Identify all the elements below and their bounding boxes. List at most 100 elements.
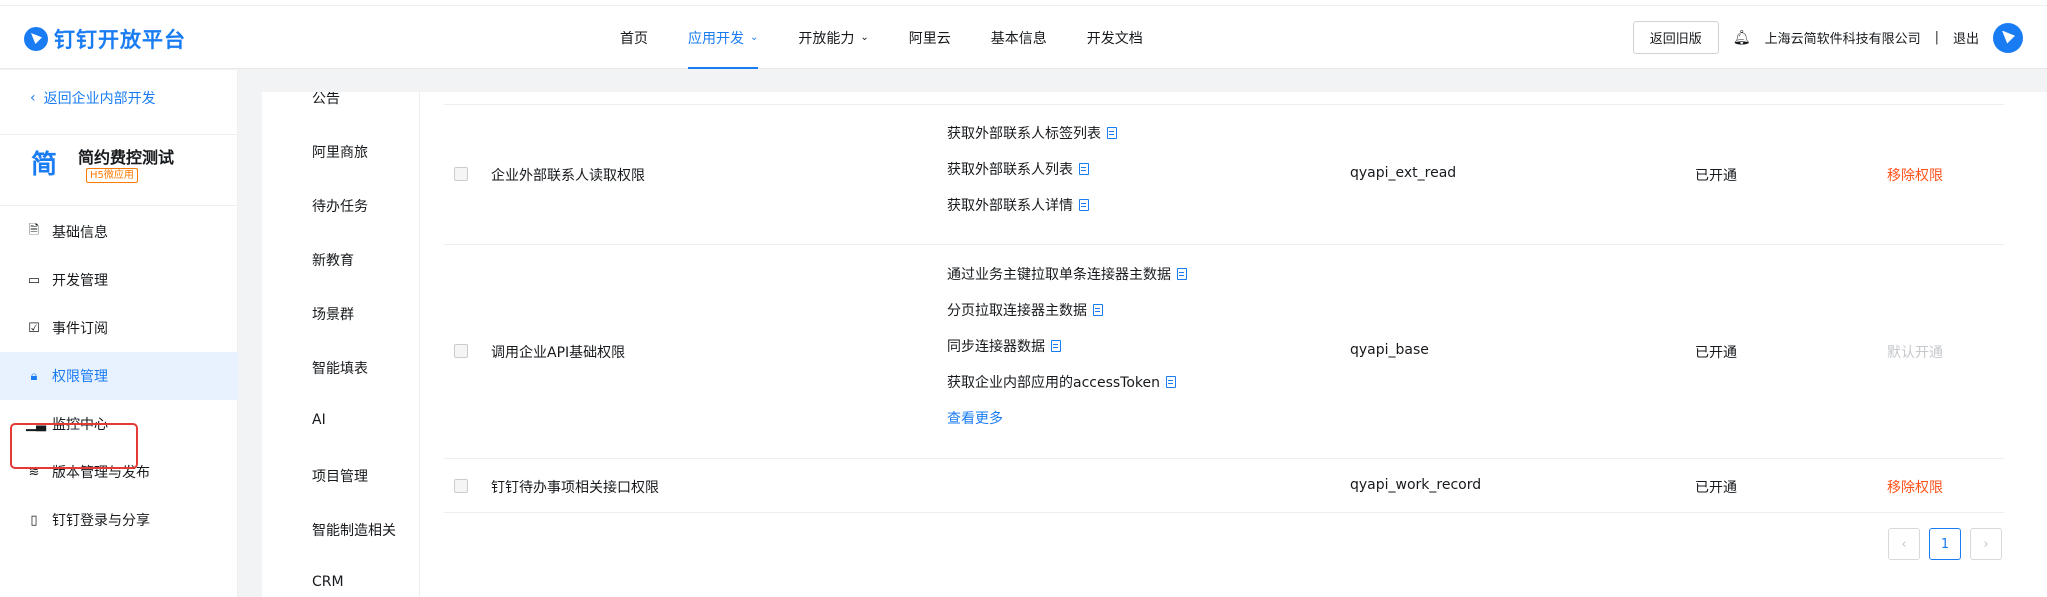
api-link-label: 获取企业内部应用的accessToken [947, 375, 1161, 391]
category-item[interactable]: 新教育 [312, 250, 354, 270]
api-link[interactable]: 获取外部联系人标签列表 [947, 123, 1117, 143]
category-item[interactable]: 待办任务 [312, 196, 368, 216]
api-link[interactable]: 获取外部联系人列表 [947, 159, 1089, 179]
chevron-left-icon: ‹ [30, 90, 36, 106]
row-divider [444, 458, 2004, 459]
app-icon: 简 [30, 150, 57, 180]
back-link[interactable]: ‹ 返回企业内部开发 [30, 88, 156, 108]
logout-link[interactable]: 退出 [1953, 28, 1979, 47]
row-checkbox[interactable] [454, 344, 468, 358]
nav-basic-info-label: 基本信息 [990, 30, 1047, 47]
nav-aliyun-label: 阿里云 [908, 30, 951, 47]
doc-icon[interactable] [1177, 268, 1187, 280]
header-right: 返回旧版 🔔︎ 上海云简软件科技有限公司 | 退出 [1632, 6, 2023, 69]
next-page-button[interactable]: › [1970, 528, 2002, 560]
page-number-button[interactable]: 1 [1929, 528, 1961, 560]
remove-permission-button[interactable]: 移除权限 [1887, 477, 1943, 497]
logo[interactable]: 钉钉开放平台 [24, 24, 186, 54]
prev-page-button[interactable]: ‹ [1888, 528, 1920, 560]
avatar[interactable] [1993, 22, 2023, 53]
sidebar-item-label: 事件订阅 [52, 321, 108, 337]
default-enabled-label: 默认开通 [1887, 345, 1943, 361]
api-link[interactable]: 分页拉取连接器主数据 [947, 300, 1103, 320]
sidebar-item-login-share[interactable]: ▯ 钉钉登录与分享 [0, 496, 238, 544]
sidebar-item-event-subscription[interactable]: ☑ 事件订阅 [0, 304, 238, 352]
category-item[interactable]: AI [312, 412, 326, 428]
api-link[interactable]: 通过业务主键拉取单条连接器主数据 [947, 264, 1187, 284]
logo-text: 钉钉开放平台 [54, 28, 186, 52]
category-item[interactable]: 公告 [312, 92, 340, 108]
status-badge: 已开通 [1695, 480, 1737, 496]
nav-home[interactable]: 首页 [620, 6, 648, 69]
header-separator: | [1934, 30, 1939, 45]
row-divider [444, 104, 2004, 105]
main-nav: 首页 应用开发 ⌄ 开放能力 ⌄ 阿里云 基本信息 开发文档 [620, 6, 1183, 69]
nav-app-dev[interactable]: 应用开发 ⌄ [688, 6, 759, 69]
category-item[interactable]: 阿里商旅 [312, 142, 368, 162]
permission-code: qyapi_work_record [1350, 477, 1482, 493]
doc-icon[interactable] [1107, 127, 1117, 139]
nav-docs-label: 开发文档 [1086, 30, 1143, 47]
sidebar-item-permissions[interactable]: 🔒︎ 权限管理 [0, 352, 238, 400]
sidebar-item-label: 基础信息 [52, 225, 108, 241]
api-link-label: 分页拉取连接器主数据 [947, 303, 1087, 319]
nav-open-capability[interactable]: 开放能力 ⌄ [798, 6, 868, 69]
remove-permission-button[interactable]: 移除权限 [1887, 165, 1943, 185]
api-link-label: 同步连接器数据 [947, 339, 1045, 355]
doc-icon[interactable] [1166, 376, 1177, 388]
row-divider [444, 512, 2004, 513]
top-navbar: 钉钉开放平台 首页 应用开发 ⌄ 开放能力 ⌄ 阿里云 基本信息 开发文档 返回旧版… [0, 6, 2047, 69]
api-link[interactable]: 获取企业内部应用的accessToken [947, 372, 1177, 392]
sidebar-item-label: 钉钉登录与分享 [52, 513, 150, 529]
doc-icon: 🗎 [28, 223, 40, 238]
pagination: ‹ 1 › [1888, 528, 2002, 560]
category-item[interactable]: 智能制造相关 [312, 520, 396, 540]
api-link-label: 获取外部联系人详情 [947, 198, 1073, 214]
category-list: 公告 阿里商旅 待办任务 新教育 场景群 智能填表 AI 项目管理 智能制造相关… [262, 92, 420, 597]
row-checkbox[interactable] [454, 167, 468, 181]
api-link[interactable]: 同步连接器数据 [947, 336, 1061, 356]
category-item[interactable]: 智能填表 [312, 358, 368, 378]
api-link-label: 获取外部联系人标签列表 [947, 126, 1101, 142]
monitor-icon: ▭ [27, 272, 41, 288]
back-link-label: 返回企业内部开发 [43, 91, 156, 107]
nav-docs[interactable]: 开发文档 [1087, 6, 1143, 69]
main-content: 公告 阿里商旅 待办任务 新教育 场景群 智能填表 AI 项目管理 智能制造相关… [262, 92, 2047, 597]
lock-icon: 🔒︎ [30, 368, 38, 384]
chevron-down-icon: ⌄ [750, 32, 759, 43]
doc-icon[interactable] [1079, 163, 1089, 175]
doc-icon[interactable] [1079, 199, 1089, 211]
phone-share-icon: ▯ [30, 512, 38, 528]
row-divider [444, 244, 2004, 245]
permission-code: qyapi_base [1350, 342, 1429, 358]
sidebar-item-basic-info[interactable]: 🗎 基础信息 [0, 208, 238, 256]
category-item[interactable]: CRM [312, 574, 344, 590]
status-badge: 已开通 [1695, 345, 1737, 361]
permission-code: qyapi_ext_read [1350, 165, 1457, 181]
category-item[interactable]: 场景群 [312, 304, 354, 324]
view-more-link[interactable]: 查看更多 [947, 408, 1003, 428]
permission-name: 调用企业API基础权限 [491, 345, 626, 361]
highlight-annotation [10, 423, 138, 469]
nav-basic-info[interactable]: 基本信息 [991, 6, 1047, 69]
row-checkbox[interactable] [454, 479, 468, 493]
doc-icon[interactable] [1093, 304, 1103, 316]
sidebar-menu: 🗎 基础信息 ▭ 开发管理 ☑ 事件订阅 🔒︎ 权限管理 ▁▃ 监控中心 ≋ 版本管理与发布… [0, 208, 238, 544]
sidebar-item-dev-manage[interactable]: ▭ 开发管理 [0, 256, 238, 304]
sidebar-item-label: 开发管理 [52, 273, 108, 289]
nav-home-label: 首页 [620, 30, 648, 47]
nav-open-capability-label: 开放能力 [798, 30, 855, 47]
nav-app-dev-label: 应用开发 [688, 30, 744, 47]
chevron-down-icon: ⌄ [860, 32, 869, 43]
nav-aliyun[interactable]: 阿里云 [909, 6, 951, 69]
old-version-button[interactable]: 返回旧版 [1632, 21, 1719, 54]
dingtalk-logo-icon [24, 27, 48, 51]
api-link-label: 获取外部联系人列表 [947, 162, 1073, 178]
category-item[interactable]: 项目管理 [312, 466, 368, 486]
doc-icon[interactable] [1051, 340, 1061, 352]
api-link[interactable]: 获取外部联系人详情 [947, 195, 1089, 215]
status-badge: 已开通 [1695, 168, 1737, 184]
bell-icon[interactable]: 🔔︎ [1733, 30, 1751, 46]
company-name[interactable]: 上海云简软件科技有限公司 [1765, 28, 1921, 47]
sidebar-item-label: 权限管理 [52, 369, 108, 385]
